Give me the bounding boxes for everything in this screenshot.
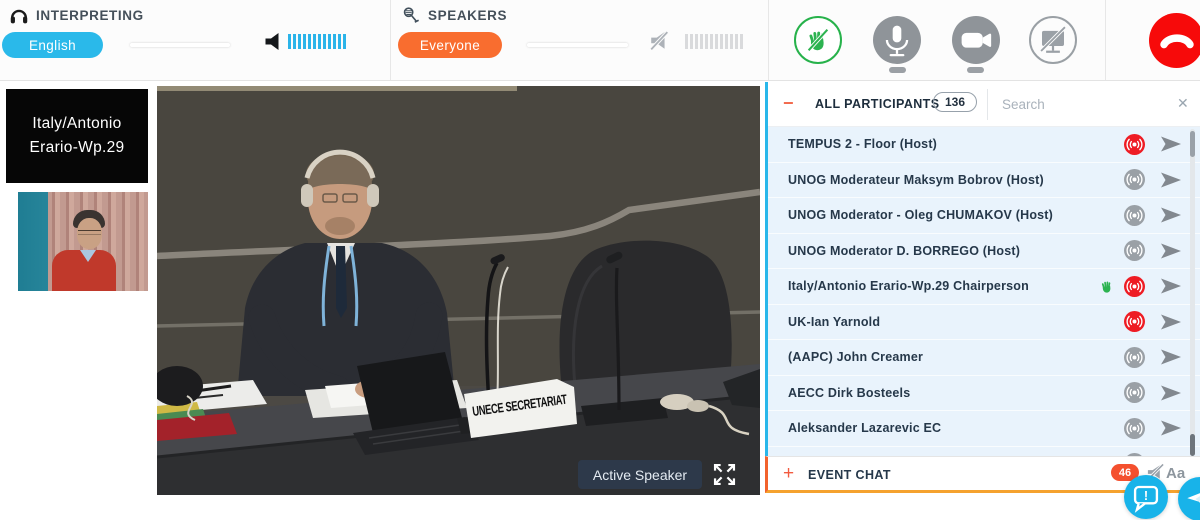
video-scene: UNECE SECRETARIAT [157, 86, 760, 495]
send-message-icon[interactable] [1160, 136, 1182, 152]
send-message-icon[interactable] [1160, 385, 1182, 401]
broadcast-live-icon [1124, 134, 1145, 155]
participant-row[interactable]: UK-Ian Yarnold [768, 305, 1200, 341]
alert-bubble-icon: ! [1126, 477, 1166, 517]
participant-row[interactable]: UNOG Moderateur Maksym Bobrov (Host) [768, 163, 1200, 199]
self-video-thumbnail[interactable] [18, 192, 148, 291]
svg-text:!: ! [1144, 488, 1148, 503]
participant-row-partial[interactable] [768, 447, 1200, 457]
scrollbar-thumb[interactable] [1190, 434, 1195, 456]
participants-panel: − ALL PARTICIPANTS 136 ✕ TEMPUS 2 - Floo… [765, 82, 1200, 456]
participants-count-badge: 136 [933, 92, 977, 112]
header-divider [987, 89, 988, 120]
broadcast-idle-icon [1124, 382, 1145, 403]
scrollbar-thumb[interactable] [1190, 131, 1195, 157]
toolbar-divider [1105, 0, 1106, 80]
participant-name: (AAPC) John Creamer [788, 350, 1124, 364]
participant-name: TEMPUS 2 - Floor (Host) [788, 137, 1124, 151]
camera-device-selector[interactable] [967, 67, 984, 73]
stage-mic-icon [402, 6, 421, 25]
participant-row[interactable]: UNOG Moderator - Oleg CHUMAKOV (Host) [768, 198, 1200, 234]
webcam-person-glasses [78, 230, 101, 235]
camera-icon [953, 17, 999, 63]
hang-up-button[interactable] [1149, 13, 1200, 68]
send-message-icon[interactable] [1160, 172, 1182, 188]
participant-name: UNOG Moderator - Oleg CHUMAKOV (Host) [788, 208, 1124, 222]
direct-message-button[interactable] [1178, 477, 1200, 520]
broadcast-idle-icon [1124, 418, 1145, 439]
send-plane-icon [1180, 479, 1200, 519]
collapse-participants-icon[interactable]: − [783, 96, 799, 112]
speakers-volume-slider[interactable] [527, 43, 628, 47]
participant-name: UNOG Moderateur Maksym Bobrov (Host) [788, 173, 1124, 187]
participant-name: UK-Ian Yarnold [788, 315, 1124, 329]
active-speaker-badge: Active Speaker [578, 460, 702, 489]
screen-share-button[interactable] [1029, 16, 1077, 64]
interpreting-level-meter [288, 34, 348, 49]
hangup-phone-icon [1153, 17, 1200, 65]
toolbar-divider [390, 0, 391, 80]
headphones-icon [8, 5, 30, 27]
send-message-icon[interactable] [1160, 420, 1182, 436]
send-message-icon[interactable] [1160, 278, 1182, 294]
webcam-person-sweater [52, 250, 116, 291]
interpreter-name-tile[interactable]: Italy/Antonio Erario-Wp.29 [6, 89, 148, 183]
send-message-icon[interactable] [1160, 314, 1182, 330]
broadcast-idle-icon [1124, 347, 1145, 368]
broadcast-idle-icon [1124, 205, 1145, 226]
participants-scrollbar[interactable] [1190, 129, 1195, 456]
participant-row[interactable]: TEMPUS 2 - Floor (Host) [768, 127, 1200, 163]
microphone-device-selector[interactable] [889, 67, 906, 73]
microphone-button[interactable] [873, 16, 921, 64]
raised-hand-icon [1098, 277, 1116, 296]
interpreting-volume-slider[interactable] [130, 43, 230, 47]
event-chat-title: EVENT CHAT [808, 468, 891, 482]
broadcast-live-icon [1124, 276, 1145, 297]
broadcast-idle-icon [1124, 240, 1145, 261]
participant-name: AECC Dirk Bosteels [788, 386, 1124, 400]
participant-name: UNOG Moderator D. BORREGO (Host) [788, 244, 1124, 258]
clear-search-icon[interactable]: ✕ [1177, 95, 1189, 112]
participant-row[interactable]: Aleksander Lazarevic EC [768, 411, 1200, 447]
speaker-icon [264, 33, 281, 51]
webcam-wall [18, 192, 48, 291]
raise-hand-button[interactable] [794, 16, 842, 64]
broadcast-idle-icon [1124, 169, 1145, 190]
microphone-icon [874, 17, 920, 63]
send-message-icon[interactable] [1160, 207, 1182, 223]
toolbar-divider [768, 0, 769, 80]
toolbar: INTERPRETING English SPEAKERS Everyone [0, 0, 1200, 81]
broadcast-live-icon [1124, 311, 1145, 332]
camera-button[interactable] [952, 16, 1000, 64]
interpreting-language-button[interactable]: English [2, 32, 103, 58]
participant-name: Aleksander Lazarevic EC [788, 421, 1124, 435]
participant-name: Italy/Antonio Erario-Wp.29 Chairperson [788, 279, 1098, 293]
participant-row[interactable]: Italy/Antonio Erario-Wp.29 Chairperson [768, 269, 1200, 305]
speakers-label: SPEAKERS [428, 8, 507, 23]
participants-list: TEMPUS 2 - Floor (Host) UNOG Moderateur … [768, 127, 1200, 456]
conference-app: INTERPRETING English SPEAKERS Everyone [0, 0, 1200, 520]
alerts-button[interactable]: ! [1124, 475, 1168, 519]
speakers-selection-button[interactable]: Everyone [398, 32, 502, 58]
participants-title: ALL PARTICIPANTS [815, 97, 939, 111]
participant-row[interactable]: AECC Dirk Bosteels [768, 376, 1200, 412]
hand-disabled-icon [803, 25, 833, 55]
participants-search-input[interactable] [1002, 91, 1152, 117]
send-message-icon[interactable] [1160, 243, 1182, 259]
participants-header: − ALL PARTICIPANTS 136 ✕ [768, 82, 1200, 127]
send-message-icon[interactable] [1160, 349, 1182, 365]
speaker-muted-icon [648, 31, 670, 51]
active-speaker-video[interactable]: UNECE SECRETARIAT Active Speaker [157, 86, 760, 495]
expand-chat-icon[interactable]: + [783, 463, 794, 485]
fullscreen-icon [711, 461, 738, 488]
screen-share-off-icon [1031, 18, 1075, 62]
interpreting-label: INTERPRETING [36, 8, 144, 23]
participant-row[interactable]: UNOG Moderator D. BORREGO (Host) [768, 234, 1200, 270]
speakers-level-meter [685, 34, 744, 49]
fullscreen-button[interactable] [708, 458, 740, 490]
participant-row[interactable]: (AAPC) John Creamer [768, 340, 1200, 376]
